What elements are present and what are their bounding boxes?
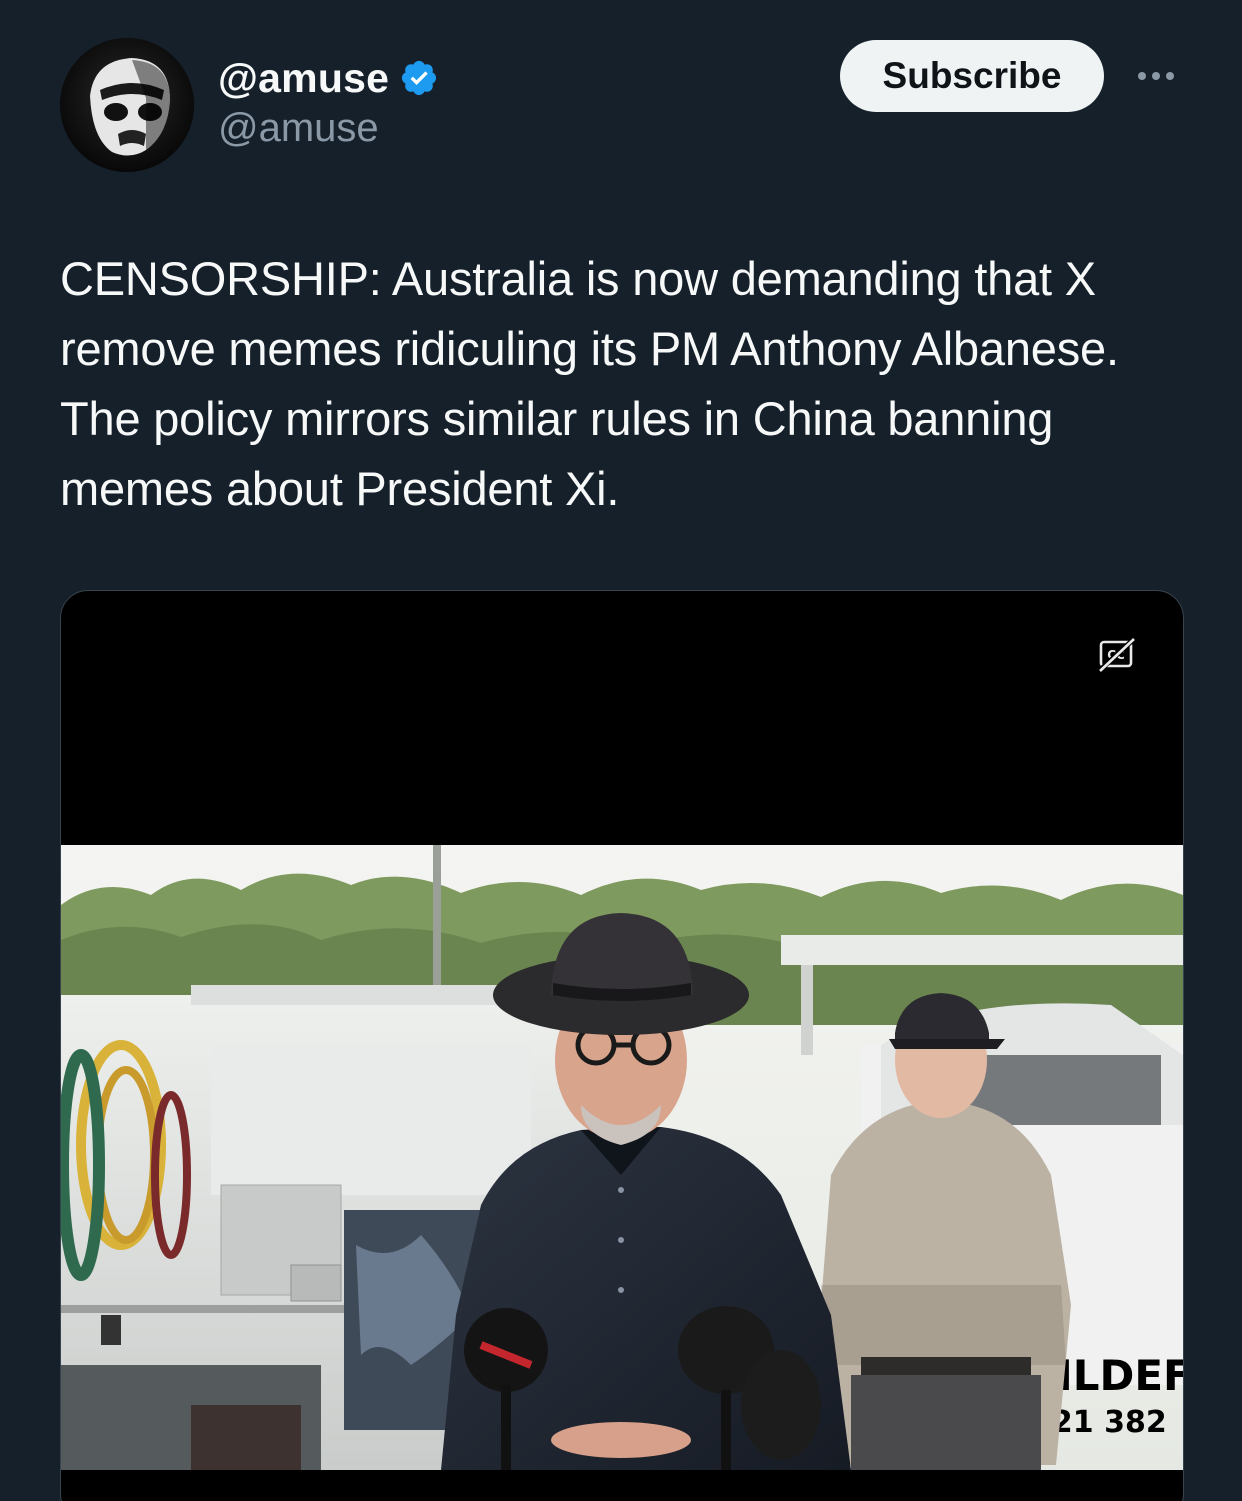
more-options-icon[interactable] — [1126, 56, 1186, 96]
stormtrooper-avatar-image — [60, 38, 194, 172]
verified-badge-icon[interactable] — [399, 58, 439, 98]
press-conference-video-still: UILDEF 921 382 — [61, 845, 1183, 1470]
avatar[interactable] — [60, 38, 194, 172]
tweet-text: CENSORSHIP: Australia is now demanding t… — [60, 252, 1119, 515]
video-frame[interactable]: UILDEF 921 382 — [61, 845, 1183, 1470]
author-handle[interactable]: @amuse — [218, 106, 379, 151]
display-name[interactable]: @amuse — [218, 55, 389, 102]
closed-captions-icon[interactable]: CC — [1097, 635, 1137, 675]
author-name-row: @amuse — [218, 50, 439, 106]
video-player[interactable]: CC — [60, 590, 1184, 1501]
subscribe-button[interactable]: Subscribe — [840, 40, 1104, 112]
